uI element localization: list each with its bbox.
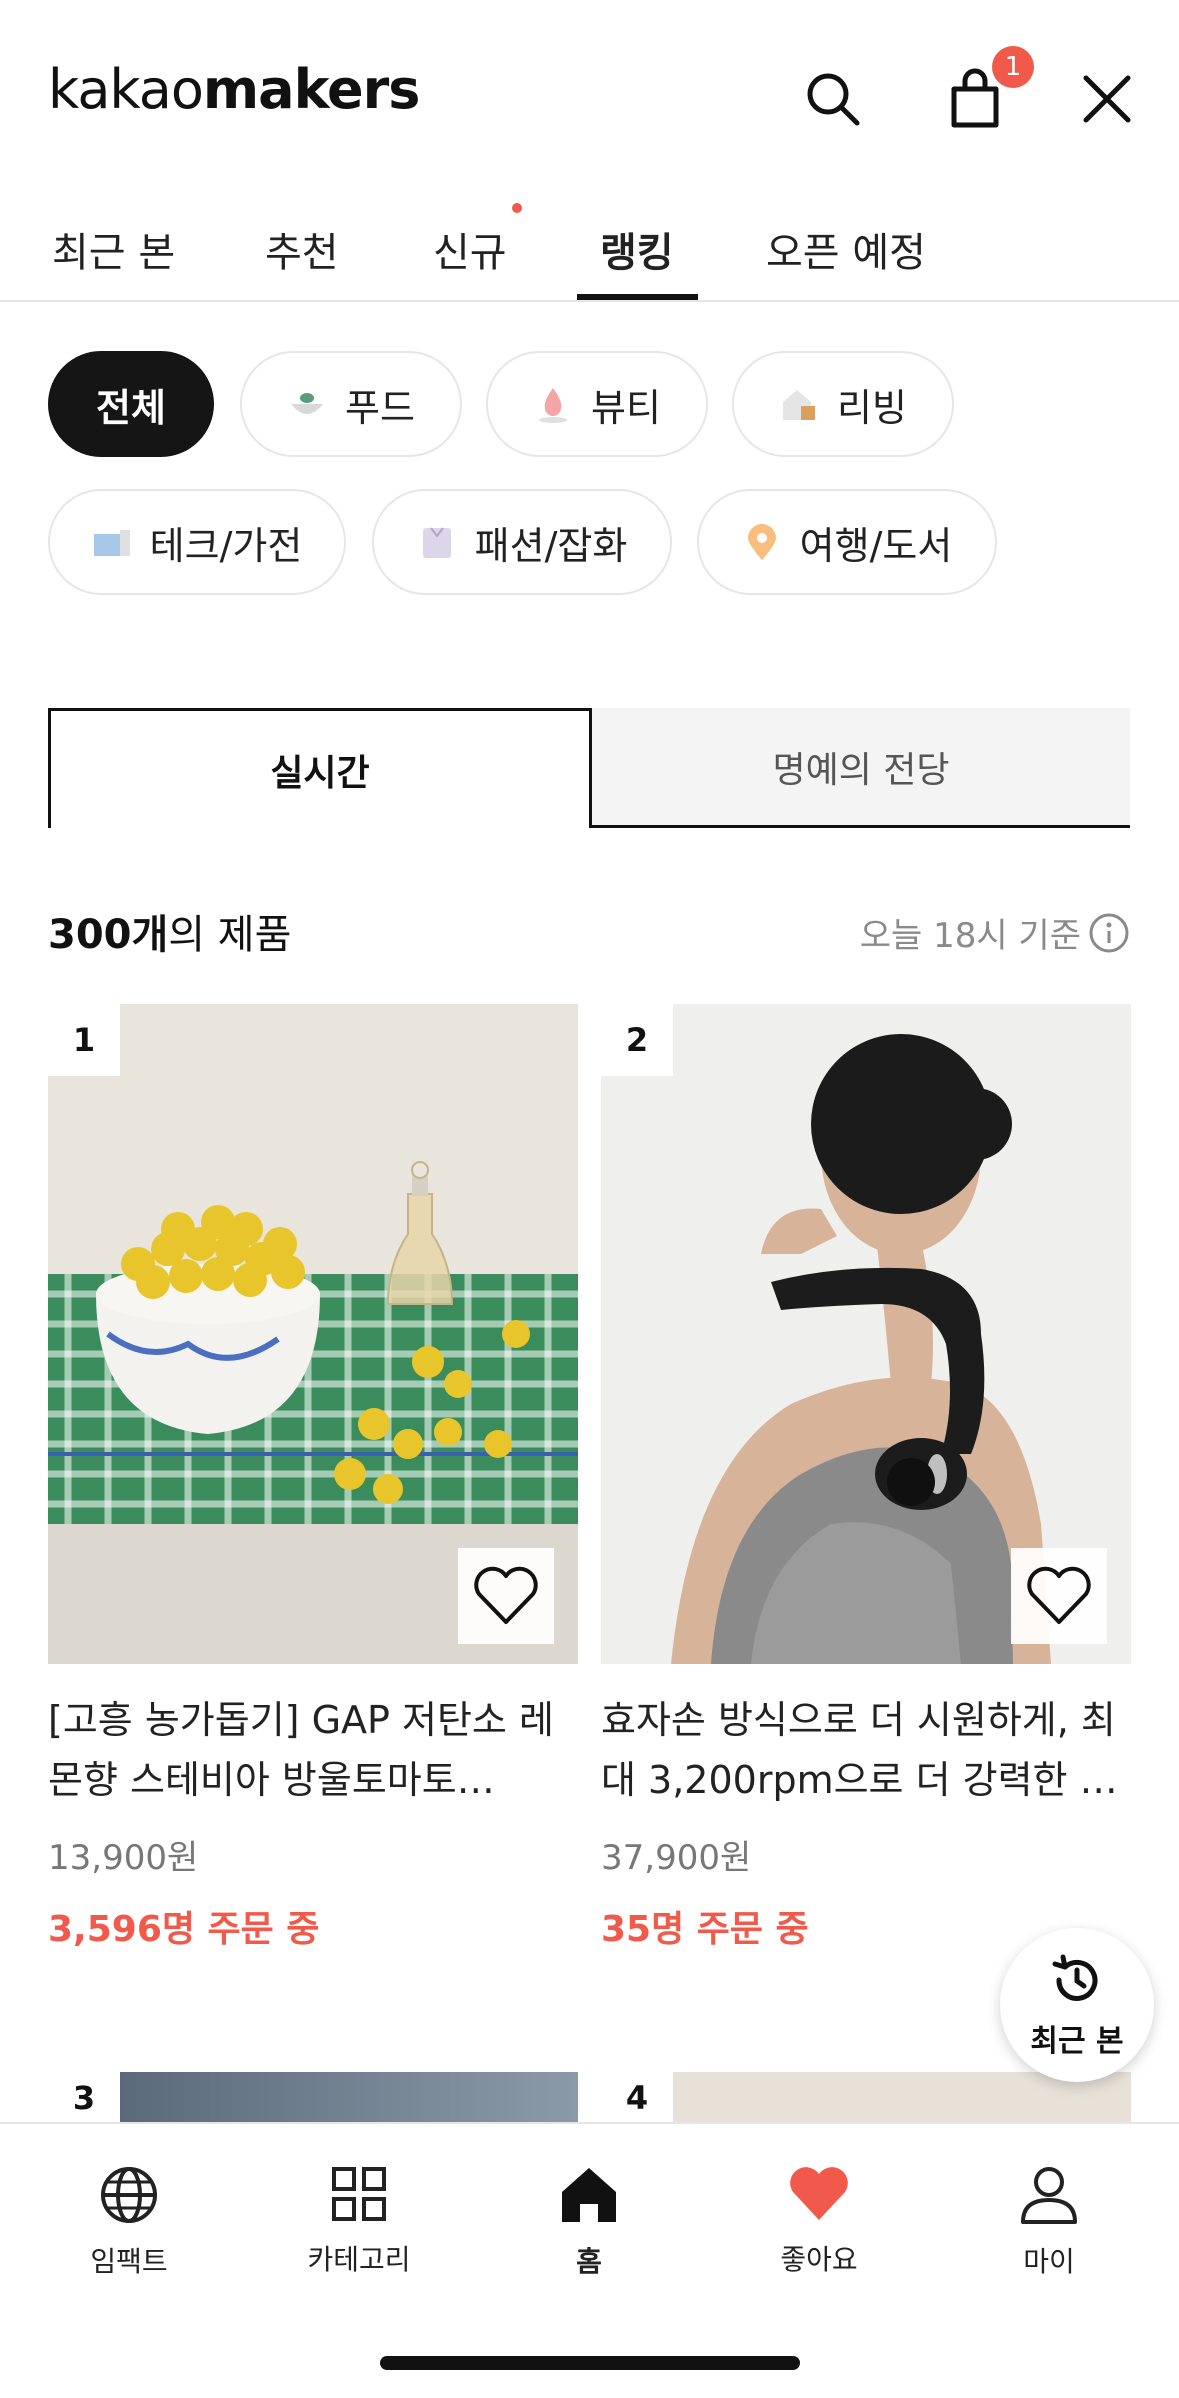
product-price: 13,900원 (48, 1838, 199, 1878)
rank-badge: 1 (48, 1004, 120, 1076)
product-name-text: [고흥 농가돕기] GAP 저탄소 레몬향 스테비아 방울토마토 500… (48, 1698, 554, 1802)
product-card[interactable]: 3 (48, 2072, 578, 2124)
product-name[interactable]: 효자손 방식으로 더 시원하게, 최대 3,200rpm으로 더 강력한 … (601, 1690, 1131, 1810)
segment-realtime[interactable]: 실시간 (48, 708, 592, 828)
chip-label: 패션/잡화 (474, 523, 628, 568)
person-icon (1021, 2167, 1077, 2224)
chip-fashion[interactable]: 패션/잡화 (372, 489, 672, 595)
nav-label: 임팩트 (90, 2245, 168, 2278)
product-count-number: 300개 (48, 912, 169, 958)
product-image[interactable] (120, 2072, 578, 2124)
heart-icon (790, 2167, 848, 2220)
tab-upcoming[interactable]: 오픈 예정 (766, 220, 926, 278)
search-icon (807, 73, 860, 126)
like-button[interactable] (458, 1548, 554, 1644)
chip-food[interactable]: 푸드 (240, 351, 462, 457)
order-status: 35명 주문 중 (601, 1909, 809, 1950)
nav-label: 좋아요 (780, 2243, 858, 2276)
nav-my[interactable]: 마이 (969, 2164, 1129, 2280)
ranking-segment: 실시간 명예의 전당 (48, 708, 1130, 828)
top-tabs: 최근 본 추천 신규 랭킹 오픈 예정 (0, 200, 1179, 302)
search-button[interactable] (798, 64, 868, 134)
home-icon (562, 2168, 616, 2222)
product-price: 37,900원 (601, 1838, 752, 1878)
app-logo[interactable]: kakaomakers (48, 58, 421, 121)
tech-device-icon (92, 522, 132, 562)
cart-button[interactable]: 1 (940, 46, 1034, 134)
home-indicator-bar (380, 2356, 800, 2370)
logo-text-kakao: kakao (48, 58, 204, 121)
chip-tech[interactable]: 테크/가전 (48, 489, 346, 595)
heart-outline-icon (1027, 1566, 1091, 1624)
beauty-drop-icon (533, 384, 573, 424)
chip-all[interactable]: 전체 (48, 351, 214, 457)
heart-outline-icon (474, 1566, 538, 1624)
globe-icon (101, 2167, 157, 2223)
active-tab-indicator (577, 294, 698, 300)
fashion-shirt-icon (417, 522, 457, 562)
nav-label: 홈 (576, 2245, 602, 2278)
chip-label: 푸드 (345, 385, 415, 430)
product-image[interactable]: 1 (48, 1004, 578, 1664)
nav-home[interactable]: 홈 (509, 2164, 669, 2280)
logo-text-makers: makers (202, 58, 421, 121)
chip-beauty[interactable]: 뷰티 (486, 351, 708, 457)
product-name-text: 효자손 방식으로 더 시원하게, 최대 3,200rpm으로 더 강력한 … (601, 1698, 1118, 1802)
ranking-basis-time: 오늘 18시 기준 (859, 916, 1081, 956)
living-house-icon (779, 384, 819, 424)
tab-new[interactable]: 신규 (433, 220, 507, 278)
rank-badge: 2 (601, 1004, 673, 1076)
chip-label: 전체 (96, 385, 166, 430)
info-button[interactable] (1088, 912, 1130, 958)
nav-impact[interactable]: 임팩트 (49, 2164, 209, 2280)
like-button[interactable] (1011, 1548, 1107, 1644)
chip-label: 뷰티 (591, 385, 661, 430)
cart-count-badge: 1 (992, 46, 1034, 88)
rank-badge: 3 (48, 2072, 120, 2124)
nav-likes[interactable]: 좋아요 (739, 2164, 899, 2278)
order-status: 3,596명 주문 중 (48, 1909, 320, 1950)
chip-living[interactable]: 리빙 (732, 351, 954, 457)
chip-label: 여행/도서 (799, 523, 953, 568)
product-count: 300개의 제품 (48, 902, 291, 960)
product-name[interactable]: [고흥 농가돕기] GAP 저탄소 레몬향 스테비아 방울토마토 500… (48, 1690, 578, 1810)
location-pin-icon (742, 522, 782, 562)
grid-icon (332, 2167, 386, 2221)
info-icon (1089, 913, 1129, 953)
close-button[interactable] (1072, 64, 1142, 134)
nav-category[interactable]: 카테고리 (279, 2164, 439, 2278)
food-bowl-icon (287, 384, 327, 424)
product-card[interactable]: 4 (601, 2072, 1131, 2124)
history-icon (1052, 1954, 1098, 2001)
new-indicator-dot (512, 203, 522, 213)
nav-label: 카테고리 (307, 2243, 411, 2276)
chip-label: 테크/가전 (149, 523, 303, 568)
tab-recent[interactable]: 최근 본 (52, 220, 175, 278)
recently-viewed-label: 최근 본 (1030, 2024, 1124, 2059)
rank-badge: 4 (601, 2072, 673, 2124)
recently-viewed-button[interactable]: 최근 본 (1000, 1928, 1154, 2082)
chip-label: 리빙 (837, 385, 907, 430)
segment-hall-of-fame[interactable]: 명예의 전당 (592, 708, 1130, 828)
nav-label: 마이 (1023, 2245, 1075, 2278)
tab-ranking[interactable]: 랭킹 (600, 220, 674, 278)
chip-travel[interactable]: 여행/도서 (697, 489, 997, 595)
product-count-suffix: 의 제품 (168, 912, 292, 958)
tab-recommend[interactable]: 추천 (265, 220, 339, 278)
close-icon (1083, 75, 1131, 123)
product-image[interactable]: 2 (601, 1004, 1131, 1664)
